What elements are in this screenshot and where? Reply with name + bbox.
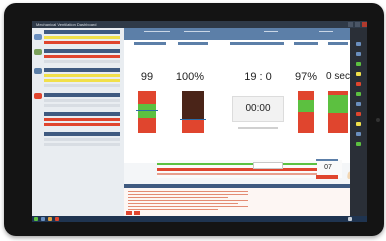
log-row[interactable] [128,194,248,195]
section-header [44,30,120,34]
metric-value: 97% [294,71,318,83]
slider-track[interactable] [319,31,333,32]
log-button[interactable] [134,211,140,215]
start-icon[interactable] [34,217,38,221]
section-header [44,49,120,53]
gauge-bar [182,119,204,133]
slider-track[interactable] [184,31,210,32]
tool-icon[interactable] [356,82,361,86]
counter-header [316,159,338,161]
metric-header [294,42,318,45]
timer-scale [238,127,278,129]
timeline-marker[interactable] [253,162,283,169]
metric-header [230,42,284,45]
window-title: Mechanical Ventilation Dashboard [36,22,97,27]
tool-icon[interactable] [356,42,361,46]
alarm-icon[interactable] [34,93,42,99]
app-icon[interactable] [55,217,59,221]
close-icon[interactable] [362,22,367,27]
section-header [44,112,120,116]
gauge-marker [136,110,158,111]
minimize-icon[interactable] [348,22,353,27]
log-row[interactable] [128,200,248,201]
tool-icon[interactable] [356,112,361,116]
log-row[interactable] [128,197,228,198]
title-bar: Mechanical Ventilation Dashboard [32,21,367,28]
patient-icon[interactable] [34,49,42,55]
list-item[interactable] [44,60,120,63]
tool-icon[interactable] [356,52,361,56]
app-icon[interactable] [48,217,52,221]
taskbar [32,216,367,222]
list-item[interactable] [44,99,120,102]
list-item[interactable] [44,104,120,107]
log-row[interactable] [128,206,248,207]
alert-row[interactable] [44,79,120,82]
counter-bar [316,175,338,179]
camera-icon [376,118,380,122]
gauge-bar [298,91,314,133]
alert-row[interactable] [44,55,120,58]
log-row[interactable] [128,203,238,204]
tablet-frame: Mechanical Ventilation Dashboard 99 100%… [4,3,384,236]
list-item[interactable] [44,84,120,87]
metric-header [178,42,208,45]
log-header [124,184,350,188]
tool-icon[interactable] [356,102,361,106]
metric-value: 0 sec [326,71,350,82]
counter-value: 07 [324,164,332,171]
log-row[interactable] [128,209,218,210]
maximize-icon[interactable] [355,22,360,27]
metrics-panel: 99 100% 19 : 0 97% 0 sec 00:00 [124,40,350,163]
event-log [124,184,350,216]
timeline-track [157,173,317,175]
gauge-marker [180,119,206,120]
section-header [44,68,120,72]
slider-track[interactable] [144,31,170,32]
tool-icon[interactable] [356,132,361,136]
timeline-track [157,163,317,165]
slider-track[interactable] [264,31,278,32]
log-button[interactable] [126,211,132,215]
tool-icon[interactable] [356,62,361,66]
alert-row[interactable] [44,36,120,39]
section-header [44,93,120,97]
timer-value: 00:00 [245,103,271,114]
right-toolbar [350,28,367,216]
gauge-normal-zone [328,95,348,113]
list-item[interactable] [44,138,120,141]
app-icon[interactable] [41,217,45,221]
metric-header [134,42,166,45]
left-panel [32,28,124,216]
clock-icon [348,217,352,221]
metric-header [328,42,348,45]
tool-icon[interactable] [356,72,361,76]
timeline[interactable] [157,160,342,178]
alert-row[interactable] [44,41,120,44]
gauge-normal-zone [138,104,156,118]
alert-row[interactable] [44,118,120,121]
hospital-icon[interactable] [34,34,42,40]
section-header [44,132,120,136]
alert-row[interactable] [44,123,120,126]
metric-value: 99 [140,71,154,83]
gauge-bar [182,91,204,119]
tool-icon[interactable] [356,122,361,126]
metric-value: 19 : 0 [244,71,272,83]
monitor-icon[interactable] [34,68,42,74]
log-row[interactable] [128,191,248,192]
alert-row[interactable] [44,74,120,77]
screen: Mechanical Ventilation Dashboard 99 100%… [32,21,367,222]
metric-value: 100% [175,71,205,83]
timeline-track [157,168,317,171]
list-item[interactable] [44,143,120,146]
tool-icon[interactable] [356,92,361,96]
gauge-normal-zone [298,100,314,112]
tool-icon[interactable] [356,142,361,146]
header-strip [124,28,367,40]
